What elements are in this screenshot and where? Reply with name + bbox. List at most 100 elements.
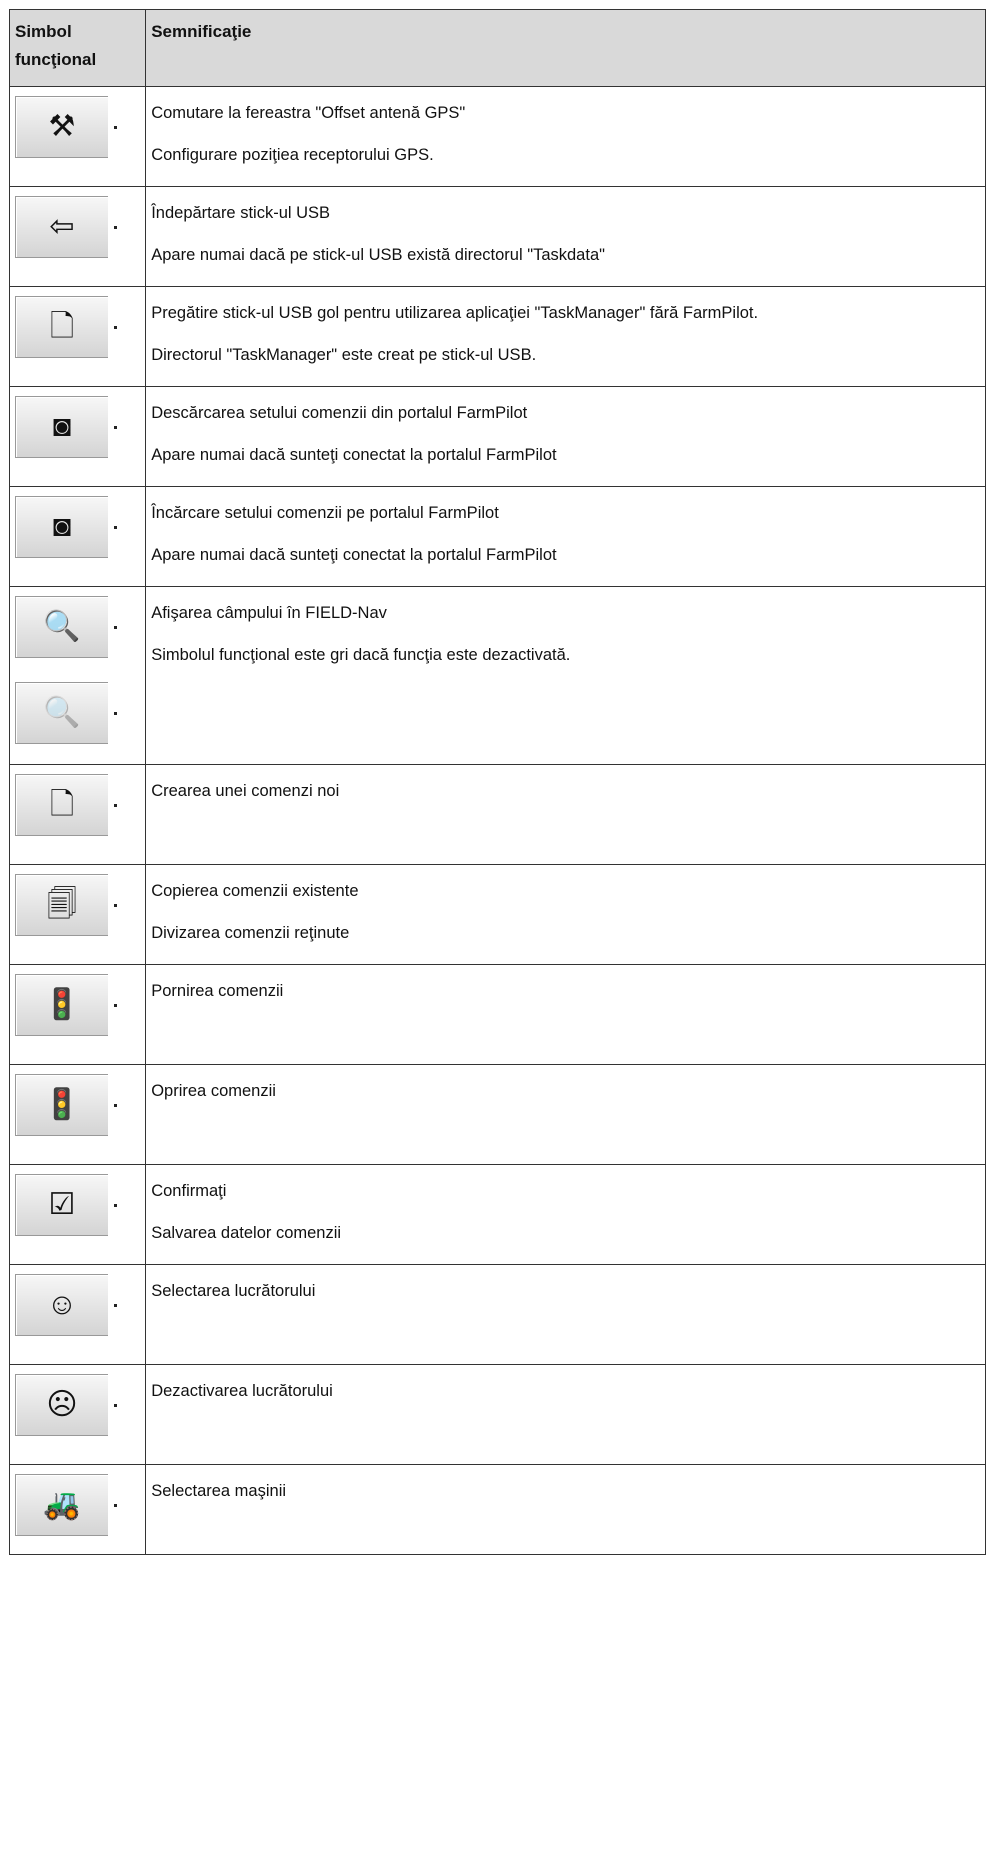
meaning-text: Descărcarea setului comenzii din portalu… — [151, 404, 528, 422]
indicator-dot — [114, 1204, 117, 1207]
meaning-text: Comutare la fereastra "Offset antenă GPS… — [151, 104, 466, 122]
meaning-text: Directorul "TaskManager" este creat pe s… — [151, 346, 537, 364]
function-button[interactable]: 🔍 — [15, 596, 117, 658]
table-row: ◙ Descărcarea setului comenzii din portal… — [8, 386, 986, 487]
table-row: 🗐 Copierea comenzii existente Divizarea co… — [8, 864, 986, 965]
meaning-text: Confirmaţi — [151, 1182, 227, 1200]
copy-task-icon: 🗐 — [47, 888, 77, 921]
table-row: 🗋 Pregătire stick-ul USB gol pentru utili… — [8, 286, 986, 387]
indicator-dot — [114, 1004, 117, 1007]
indicator-dot — [114, 226, 117, 229]
meaning-text: Crearea unei comenzi noi — [151, 782, 340, 800]
function-button[interactable]: 🔍 — [15, 682, 117, 744]
function-button[interactable]: ☑ — [15, 1174, 117, 1236]
meaning-cell: Selectarea maşinii — [145, 1464, 986, 1555]
header-symbol: Simbol funcţional — [8, 9, 147, 87]
meaning-cell: Afişarea câmpului în FIELD-Nav Simbolul f… — [145, 586, 986, 765]
function-button[interactable]: 🗋 — [15, 296, 117, 358]
function-button[interactable]: 🚦 — [15, 1074, 117, 1136]
symbol-cell: 🔍 🔍 — [8, 586, 147, 765]
confirm-icon: ☑ — [48, 1188, 76, 1221]
meaning-text: Apare numai dacă sunteţi conectat la por… — [151, 546, 557, 564]
symbol-cell: 🚦 — [8, 964, 147, 1065]
deactivate-worker-icon: ☹ — [46, 1388, 78, 1421]
meaning-cell: Copierea comenzii existente Divizarea com… — [145, 864, 986, 965]
symbol-cell: ☑ — [8, 1164, 147, 1265]
table-row: ⚒ Comutare la fereastra "Offset antenă GP… — [8, 86, 986, 187]
select-worker-icon: ☺ — [46, 1288, 78, 1321]
function-button[interactable]: 🚦 — [15, 974, 117, 1036]
symbol-cell: 🚦 — [8, 1064, 147, 1165]
symbol-cell: ◙ — [8, 386, 147, 487]
function-button[interactable]: 🚜 — [15, 1474, 117, 1536]
table-row: ⇦ Îndepărtare stick-ul USB Apare numai dac… — [8, 186, 986, 287]
meaning-text: Afişarea câmpului în FIELD-Nav — [151, 604, 387, 622]
indicator-dot — [114, 426, 117, 429]
function-button[interactable]: ◙ — [15, 496, 117, 558]
function-symbols-table: Simbol funcţional Semnificaţie ⚒ Comutare… — [8, 9, 986, 1555]
symbol-cell: 🚜 — [8, 1464, 147, 1555]
symbol-cell: 🗐 — [8, 864, 147, 965]
table-header: Simbol funcţional Semnificaţie — [8, 9, 986, 87]
indicator-dot — [114, 126, 117, 129]
indicator-dot — [114, 1404, 117, 1407]
meaning-cell: Comutare la fereastra "Offset antenă GPS… — [145, 86, 986, 187]
field-view-icon: 🔍 — [43, 610, 81, 643]
tools-icon: ⚒ — [48, 110, 76, 143]
table-row: 🗋 Crearea unei comenzi noi — [8, 764, 986, 865]
meaning-text: Dezactivarea lucrătorului — [151, 1382, 333, 1400]
table-row: 🚦 Pornirea comenzii — [8, 964, 986, 1065]
select-machine-icon: 🚜 — [43, 1488, 81, 1521]
indicator-dot — [114, 904, 117, 907]
meaning-cell: Selectarea lucrătorului — [145, 1264, 986, 1365]
stop-task-icon: 🚦 — [43, 1088, 81, 1121]
indicator-dot — [114, 526, 117, 529]
meaning-cell: Dezactivarea lucrătorului — [145, 1364, 986, 1465]
table-row: ☹ Dezactivarea lucrătorului — [8, 1364, 986, 1465]
function-button[interactable]: 🗋 — [15, 774, 117, 836]
meaning-text: Apare numai dacă pe stick-ul USB există … — [151, 246, 605, 264]
meaning-cell: Oprirea comenzii — [145, 1064, 986, 1165]
function-button[interactable]: ☺ — [15, 1274, 117, 1336]
meaning-cell: Îndepărtare stick-ul USB Apare numai dacă… — [145, 186, 986, 287]
function-button[interactable]: ◙ — [15, 396, 117, 458]
meaning-cell: Confirmaţi Salvarea datelor comenzii — [145, 1164, 986, 1265]
usb-remove-icon: ⇦ — [49, 210, 75, 243]
symbol-cell: ◙ — [8, 486, 147, 587]
meaning-text: Divizarea comenzii reţinute — [151, 924, 350, 942]
start-task-icon: 🚦 — [43, 988, 81, 1021]
meaning-text: Simbolul funcţional este gri dacă funcţi… — [151, 646, 571, 664]
download-portal-icon: ◙ — [52, 410, 72, 443]
function-button[interactable]: 🗐 — [15, 874, 117, 936]
indicator-dot — [114, 1104, 117, 1107]
meaning-cell: Pornirea comenzii — [145, 964, 986, 1065]
meaning-text: Pregătire stick-ul USB gol pentru utiliz… — [151, 304, 759, 322]
meaning-text: Pornirea comenzii — [151, 982, 284, 1000]
meaning-text: Încărcare setului comenzii pe portalul F… — [151, 504, 499, 522]
table-row: ◙ Încărcare setului comenzii pe portalul … — [8, 486, 986, 587]
usb-prepare-icon: 🗋 — [49, 310, 75, 343]
table-row: 🚜 Selectarea maşinii — [8, 1464, 986, 1555]
meaning-text: Apare numai dacă sunteţi conectat la por… — [151, 446, 557, 464]
meaning-text: Selectarea lucrătorului — [151, 1282, 316, 1300]
function-button[interactable]: ⇦ — [15, 196, 117, 258]
function-button[interactable]: ☹ — [15, 1374, 117, 1436]
table-row: ☺ Selectarea lucrătorului — [8, 1264, 986, 1365]
symbol-cell: 🗋 — [8, 286, 147, 387]
table-row: ☑ Confirmaţi Salvarea datelor comenzii — [8, 1164, 986, 1265]
indicator-dot — [114, 326, 117, 329]
meaning-text: Îndepărtare stick-ul USB — [151, 204, 331, 222]
table-row: 🔍 🔍 Afişarea câmpului în FIELD-Nav Simbolul… — [8, 586, 986, 765]
symbol-cell: ☺ — [8, 1264, 147, 1365]
meaning-text: Selectarea maşinii — [151, 1482, 287, 1500]
function-button[interactable]: ⚒ — [15, 96, 117, 158]
indicator-dot — [114, 804, 117, 807]
indicator-dot — [114, 626, 117, 629]
symbol-cell: ☹ — [8, 1364, 147, 1465]
meaning-text: Oprirea comenzii — [151, 1082, 276, 1100]
indicator-dot — [114, 1504, 117, 1507]
field-view-icon: 🔍 — [43, 696, 81, 729]
meaning-cell: Încărcare setului comenzii pe portalul F… — [145, 486, 986, 587]
meaning-cell: Descărcarea setului comenzii din portalu… — [145, 386, 986, 487]
meaning-text: Salvarea datelor comenzii — [151, 1224, 342, 1242]
